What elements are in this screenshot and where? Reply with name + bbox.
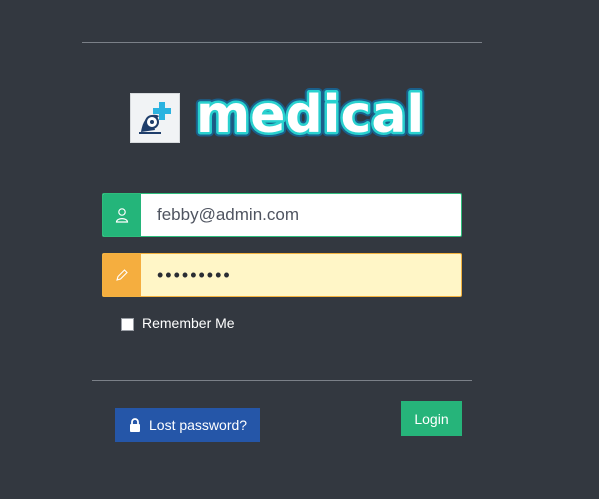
password-input[interactable] [141, 254, 461, 296]
lost-password-button[interactable]: Lost password? [115, 408, 260, 442]
svg-text:medical: medical [196, 85, 424, 145]
email-input[interactable] [141, 194, 461, 236]
logo-icon [130, 93, 180, 143]
user-icon [103, 194, 141, 236]
remember-me-checkbox[interactable] [121, 317, 134, 331]
bottom-divider [92, 380, 472, 381]
lock-icon [129, 418, 141, 432]
login-label: Login [414, 410, 449, 427]
login-button[interactable]: Login [401, 401, 462, 436]
top-divider [82, 42, 482, 43]
remember-me: Remember Me [121, 315, 235, 331]
logo-wordmark: medical medical [190, 80, 440, 150]
lost-password-label: Lost password? [149, 417, 248, 433]
email-field [102, 193, 462, 237]
pencil-icon [103, 254, 141, 296]
remember-me-label: Remember Me [142, 315, 235, 331]
password-field [102, 253, 462, 297]
